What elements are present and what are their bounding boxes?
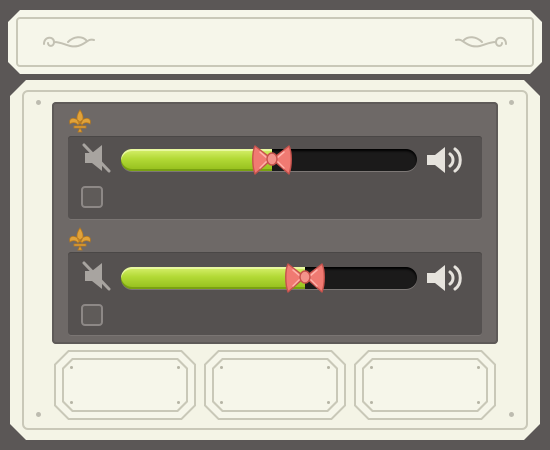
bottom-button-2[interactable]	[204, 350, 346, 420]
slider-1-mute-checkbox[interactable]	[81, 186, 103, 208]
rivet	[36, 412, 41, 417]
slider-2-bow-handle[interactable]	[284, 260, 326, 296]
slider-2-box	[68, 252, 482, 336]
scroll-ornament-left-icon	[43, 36, 95, 48]
slider-2-mute-checkbox[interactable]	[81, 304, 103, 326]
slider-1-bow-handle[interactable]	[251, 142, 293, 178]
speaker-loud-icon[interactable]	[424, 143, 466, 177]
bottom-button-1[interactable]	[54, 350, 196, 420]
slider-1-fill	[121, 149, 272, 171]
speaker-loud-icon[interactable]	[424, 261, 466, 295]
fleur-de-lis-icon	[69, 109, 91, 133]
fleur-de-lis-icon	[69, 227, 91, 251]
scroll-ornament-right-icon	[455, 36, 507, 48]
slider-2-track[interactable]	[121, 267, 417, 289]
bottom-button-3[interactable]	[354, 350, 496, 420]
rivet	[509, 412, 514, 417]
slider-2-fill	[121, 267, 305, 289]
rivet	[509, 100, 514, 105]
speaker-muted-icon[interactable]	[82, 142, 112, 174]
rivet	[36, 100, 41, 105]
speaker-muted-icon[interactable]	[82, 260, 112, 292]
